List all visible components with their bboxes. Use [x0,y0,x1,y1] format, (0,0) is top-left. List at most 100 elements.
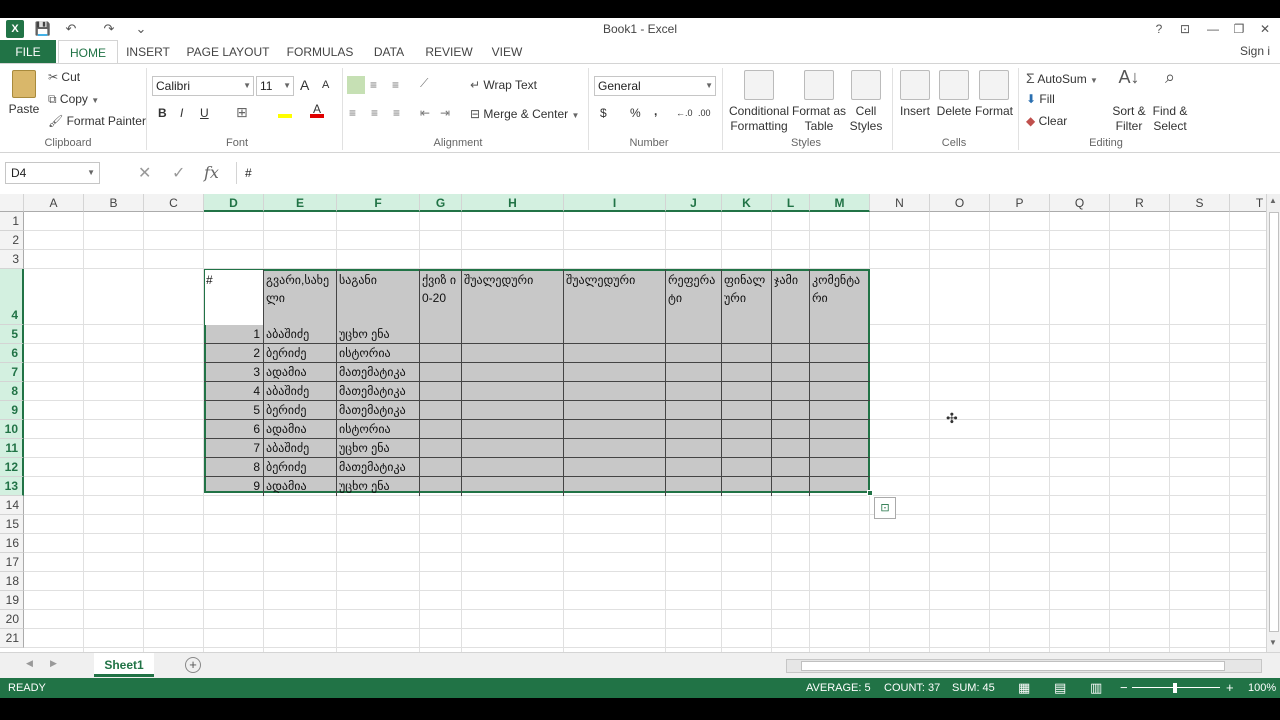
column-header[interactable]: M [810,194,870,212]
column-header[interactable]: I [564,194,666,212]
table-cell[interactable]: აბაშიძე [266,382,333,401]
format-cells-button[interactable]: Format [974,70,1014,119]
align-left-icon[interactable]: ≡ [349,106,356,120]
table-cell[interactable]: 3 [206,363,260,382]
decrease-decimal-button[interactable]: .00 [698,108,711,118]
tab-file[interactable]: FILE [0,40,56,64]
tab-data[interactable]: DATA [370,40,408,64]
insert-function-icon[interactable]: fx [204,163,219,182]
table-header-cell[interactable]: საგანი [339,271,418,323]
zoom-out-icon[interactable]: − [1120,678,1128,698]
table-cell[interactable]: ბერიძე [266,344,333,363]
row-header[interactable]: 18 [0,572,24,591]
wrap-text-button[interactable]: ↵ Wrap Text [470,78,537,92]
maximize-icon[interactable]: ❐ [1226,20,1252,38]
table-cell[interactable]: ისტორია [339,344,416,363]
add-sheet-icon[interactable]: + [185,657,201,673]
find-select-button[interactable]: ⌕ Find & Select [1150,68,1190,134]
tab-review[interactable]: REVIEW [424,40,474,64]
bold-button[interactable]: B [158,106,167,120]
format-painter-button[interactable]: 🖌 Format Painter [48,114,146,128]
table-cell[interactable]: 1 [206,325,260,344]
table-cell[interactable]: 4 [206,382,260,401]
column-header[interactable]: S [1170,194,1230,212]
ribbon-display-icon[interactable]: ⊡ [1172,20,1198,38]
row-header[interactable]: 16 [0,534,24,553]
italic-button[interactable]: I [180,106,183,120]
table-cell[interactable]: აბაშიძე [266,325,333,344]
table-cell[interactable]: უცხო ენა [339,325,416,344]
table-cell[interactable]: ადამია [266,420,333,439]
table-header-cell[interactable]: რეფერა ტი [668,271,720,323]
increase-indent-icon[interactable]: ⇥ [440,106,450,120]
table-cell[interactable]: 5 [206,401,260,420]
increase-decimal-button[interactable]: ←.0 [676,108,693,118]
row-header[interactable]: 11 [0,439,24,458]
column-header[interactable]: P [990,194,1050,212]
column-header[interactable]: H [462,194,564,212]
row-header[interactable]: 8 [0,382,24,401]
tab-insert[interactable]: INSERT [126,40,170,64]
column-header[interactable]: K [722,194,772,212]
table-header-cell[interactable]: # [206,271,262,323]
clear-button[interactable]: ◆ Clear [1026,114,1067,128]
tab-formulas[interactable]: FORMULAS [284,40,356,64]
page-layout-view-icon[interactable]: ▤ [1054,678,1066,698]
table-header-cell[interactable]: ქვიზ ი 0-20 [422,271,460,323]
conditional-formatting-button[interactable]: Conditional Formatting [728,70,790,134]
formula-input[interactable]: # [236,162,1266,184]
scroll-down-icon[interactable]: ▼ [1269,638,1277,647]
enter-icon[interactable]: ✓ [172,163,185,183]
table-cell[interactable]: უცხო ენა [339,477,416,496]
table-cell[interactable]: უცხო ენა [339,439,416,458]
row-header[interactable]: 5 [0,325,24,344]
table-cell[interactable]: ისტორია [339,420,416,439]
scroll-up-icon[interactable]: ▲ [1269,196,1277,205]
font-size-select[interactable]: 11 ▼ [256,76,294,96]
fill-button[interactable]: ⬇ Fill [1026,92,1055,106]
tab-home[interactable]: HOME [58,40,118,64]
row-header[interactable]: 14 [0,496,24,515]
table-cell[interactable]: 2 [206,344,260,363]
row-header[interactable]: 2 [0,231,24,250]
currency-button[interactable]: $ [600,106,607,120]
row-header[interactable]: 20 [0,610,24,629]
shrink-font-button[interactable]: A [322,79,329,91]
close-icon[interactable]: ✕ [1252,20,1278,38]
column-header[interactable]: L [772,194,810,212]
align-middle-icon[interactable]: ≡ [370,78,377,92]
borders-icon[interactable]: ⊞ [236,104,248,121]
prev-sheet-icon[interactable]: ◀ [26,658,33,669]
vertical-scrollbar[interactable]: ▲ ▼ [1266,194,1280,652]
table-cell[interactable]: აბაშიძე [266,439,333,458]
row-header[interactable]: 13 [0,477,24,496]
align-center-icon[interactable]: ≡ [371,106,378,120]
tab-page-layout[interactable]: PAGE LAYOUT [186,40,270,64]
table-cell[interactable]: ადამია [266,477,333,496]
column-header[interactable]: G [420,194,462,212]
table-cell[interactable]: მათემატიკა [339,458,416,477]
autosum-button[interactable]: Σ AutoSum ▼ [1026,70,1098,86]
horizontal-scroll-thumb[interactable] [801,661,1225,671]
grow-font-button[interactable]: A [300,77,309,93]
format-as-table-button[interactable]: Format as Table [792,70,846,134]
column-header[interactable]: D [204,194,264,212]
zoom-level[interactable]: 100% [1248,678,1276,698]
align-bottom-icon[interactable]: ≡ [392,78,399,92]
quick-analysis-icon[interactable]: ⊡ [874,497,896,519]
number-format-select[interactable]: General ▼ [594,76,716,96]
table-header-cell[interactable]: შუალედური [566,271,664,323]
table-cell[interactable]: 9 [206,477,260,496]
table-header-cell[interactable]: შუალედური [464,271,562,323]
next-sheet-icon[interactable]: ▶ [50,658,57,669]
table-cell[interactable]: 7 [206,439,260,458]
table-header-cell[interactable]: ჯამი [774,271,808,323]
worksheet-grid[interactable]: ABCDEFGHIJKLMNOPQRST 1 2 3 4 5 6 7 8 9 10 11 12 13 14… [0,194,1266,652]
sheet-tab-sheet1[interactable]: Sheet1 [94,653,154,677]
column-header[interactable]: R [1110,194,1170,212]
tab-view[interactable]: VIEW [488,40,526,64]
minimize-icon[interactable]: — [1200,20,1226,38]
help-icon[interactable]: ? [1146,20,1172,38]
orientation-icon[interactable]: ⟋ [420,76,428,91]
column-header[interactable]: F [337,194,420,212]
